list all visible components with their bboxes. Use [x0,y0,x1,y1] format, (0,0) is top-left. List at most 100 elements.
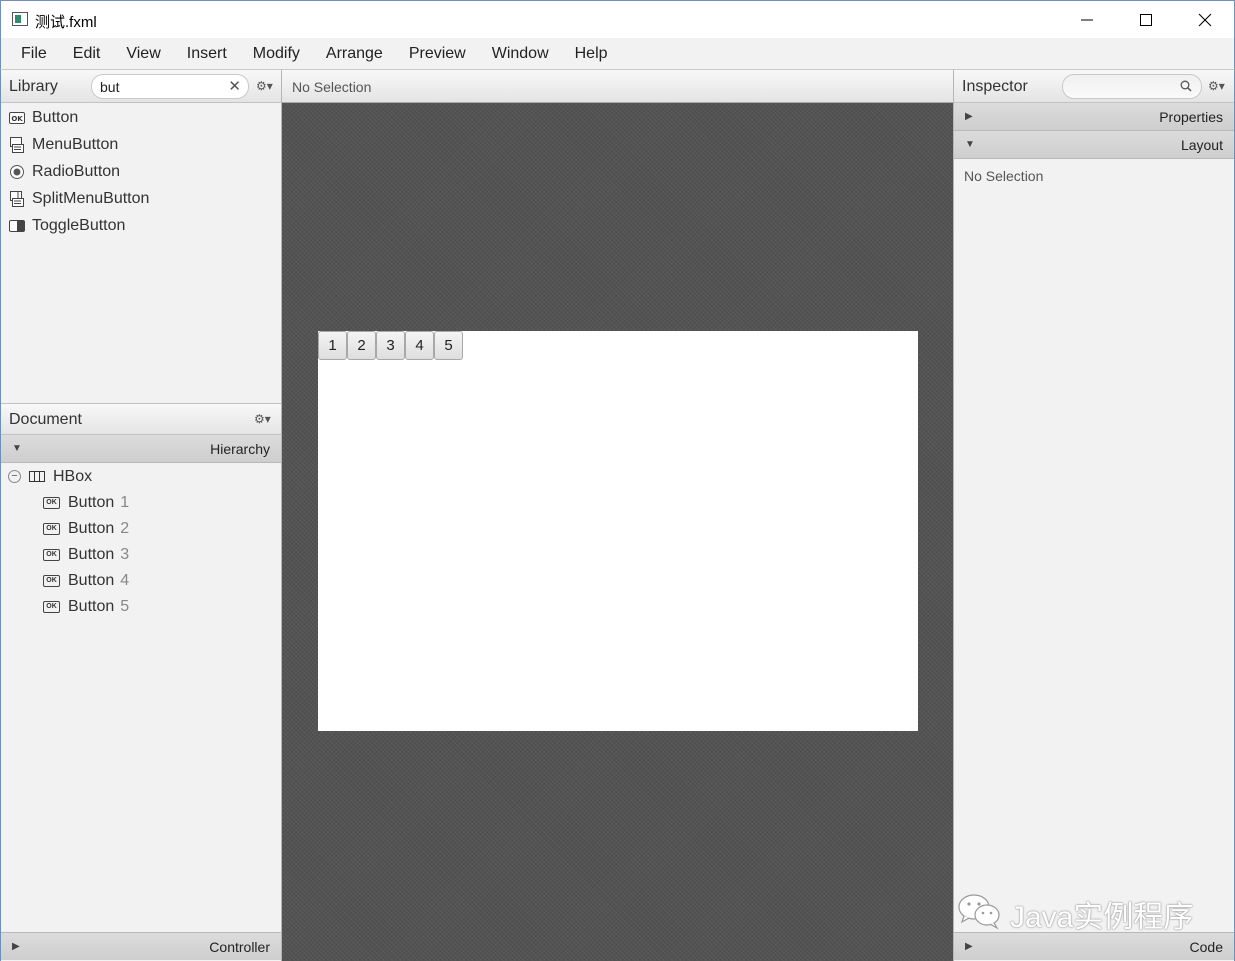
chevron-right-icon: ▶ [965,111,973,122]
tree-node-button[interactable]: OK Button 2 [1,517,281,543]
wechat-icon [958,894,1000,930]
title-bar: 测试.fxml [0,0,1235,38]
splitmenubutton-icon [9,190,25,207]
library-search[interactable]: ✕ [91,74,249,99]
menu-bar: File Edit View Insert Modify Arrange Pre… [0,38,1235,70]
menu-preview[interactable]: Preview [396,38,479,69]
collapse-icon[interactable]: − [8,470,21,483]
minimize-icon [1081,19,1093,21]
layout-section-bar[interactable]: ▼ Layout [954,131,1234,159]
document-header: Document ⚙▾ [1,403,281,435]
menu-modify[interactable]: Modify [240,38,313,69]
tree-node-button[interactable]: OK Button 4 [1,569,281,595]
library-header: Library ✕ ⚙▾ [1,70,281,103]
button-icon: OK [43,601,60,613]
library-item-button[interactable]: OK Button [1,104,281,131]
menubutton-icon [9,136,25,153]
chevron-right-icon: ▶ [12,941,20,952]
menu-insert[interactable]: Insert [174,38,240,69]
inspector-title: Inspector [962,78,1028,95]
inspector-search[interactable] [1062,74,1202,99]
button-icon: OK [43,575,60,587]
library-item-label: SplitMenuButton [32,189,150,207]
library-item-splitmenubutton[interactable]: SplitMenuButton [1,185,281,212]
hierarchy-section-bar[interactable]: ▼ Hierarchy [1,435,281,463]
document-title: Document [9,411,82,428]
clear-search-icon[interactable]: ✕ [228,77,241,95]
menu-edit[interactable]: Edit [60,38,114,69]
tree-node-label: Button 3 [68,546,130,563]
code-label: Code [1189,939,1223,955]
content-area: No Selection 1 2 3 4 5 [282,70,953,961]
content-header: No Selection [282,70,953,103]
hierarchy-label: Hierarchy [210,441,270,457]
layout-label: Layout [1180,137,1223,153]
maximize-button[interactable] [1117,1,1175,39]
chevron-right-icon: ▶ [965,941,973,952]
library-item-radiobutton[interactable]: RadioButton [1,158,281,185]
app-icon [12,12,28,26]
library-list: OK Button MenuButton RadioButton SplitMe… [1,104,281,239]
tree-node-button[interactable]: OK Button 5 [1,595,281,621]
button-icon: OK [43,549,60,561]
library-item-label: RadioButton [32,162,121,180]
button-icon: OK [43,497,60,509]
canvas-button-4[interactable]: 4 [405,331,434,360]
tree-node-label: Button 2 [68,520,130,537]
menu-view[interactable]: View [113,38,173,69]
maximize-icon [1140,14,1152,26]
watermark: Java实例程序 [954,885,1235,935]
menu-arrange[interactable]: Arrange [313,38,396,69]
hierarchy-tree: − HBox OK Button 1 OK Button 2 OK Button 3 … [1,465,281,621]
library-item-togglebutton[interactable]: ToggleButton [1,212,281,239]
inspector-panel: Inspector ⚙▾ ▶ Properties ▼ Layout No Se… [953,70,1235,961]
radiobutton-icon [9,164,25,179]
properties-label: Properties [1159,109,1223,125]
menu-help[interactable]: Help [562,38,621,69]
close-icon [1198,13,1212,27]
canvas-button-1[interactable]: 1 [318,331,347,360]
canvas-button-3[interactable]: 3 [376,331,405,360]
library-item-label: ToggleButton [32,216,126,234]
canvas-button-5[interactable]: 5 [434,331,463,360]
controller-section-bar[interactable]: ▶ Controller [1,932,281,960]
inspector-gear-icon[interactable]: ⚙▾ [1208,79,1225,93]
document-gear-icon[interactable]: ⚙▾ [254,412,271,426]
inspector-search-input[interactable] [1071,78,1179,96]
close-button[interactable] [1176,1,1234,39]
chevron-down-icon: ▼ [965,139,975,150]
controller-label: Controller [209,939,270,955]
design-canvas-hbox[interactable]: 1 2 3 4 5 [318,331,918,731]
tree-node-label: HBox [53,468,93,485]
window-title: 测试.fxml [35,14,97,31]
selection-breadcrumb: No Selection [292,79,372,95]
menu-window[interactable]: Window [479,38,562,69]
tree-node-label: Button 5 [68,598,130,615]
inspector-header: Inspector ⚙▾ [954,70,1234,103]
library-title: Library [9,78,58,95]
left-panel: Library ✕ ⚙▾ OK Button MenuButton RadioB… [0,70,282,961]
library-item-label: MenuButton [32,135,119,153]
inspector-selection-text: No Selection [964,168,1044,184]
button-icon: OK [43,523,60,535]
tree-node-hbox[interactable]: − HBox [1,465,281,491]
library-item-menubutton[interactable]: MenuButton [1,131,281,158]
library-search-input[interactable] [100,78,228,96]
library-item-label: Button [32,108,79,126]
menu-file[interactable]: File [1,38,60,69]
chevron-down-icon: ▼ [12,443,22,454]
tree-node-button[interactable]: OK Button 1 [1,491,281,517]
search-icon [1180,80,1192,92]
properties-section-bar[interactable]: ▶ Properties [954,103,1234,131]
canvas-button-2[interactable]: 2 [347,331,376,360]
minimize-button[interactable] [1058,1,1116,39]
button-icon: OK [9,111,25,125]
tree-node-label: Button 1 [68,494,130,511]
tree-node-label: Button 4 [68,572,130,589]
togglebutton-icon [9,219,25,233]
code-section-bar[interactable]: ▶ Code [954,932,1234,960]
library-gear-icon[interactable]: ⚙▾ [256,79,273,93]
tree-node-button[interactable]: OK Button 3 [1,543,281,569]
watermark-text: Java实例程序 [1010,901,1194,934]
hbox-icon [29,471,45,482]
